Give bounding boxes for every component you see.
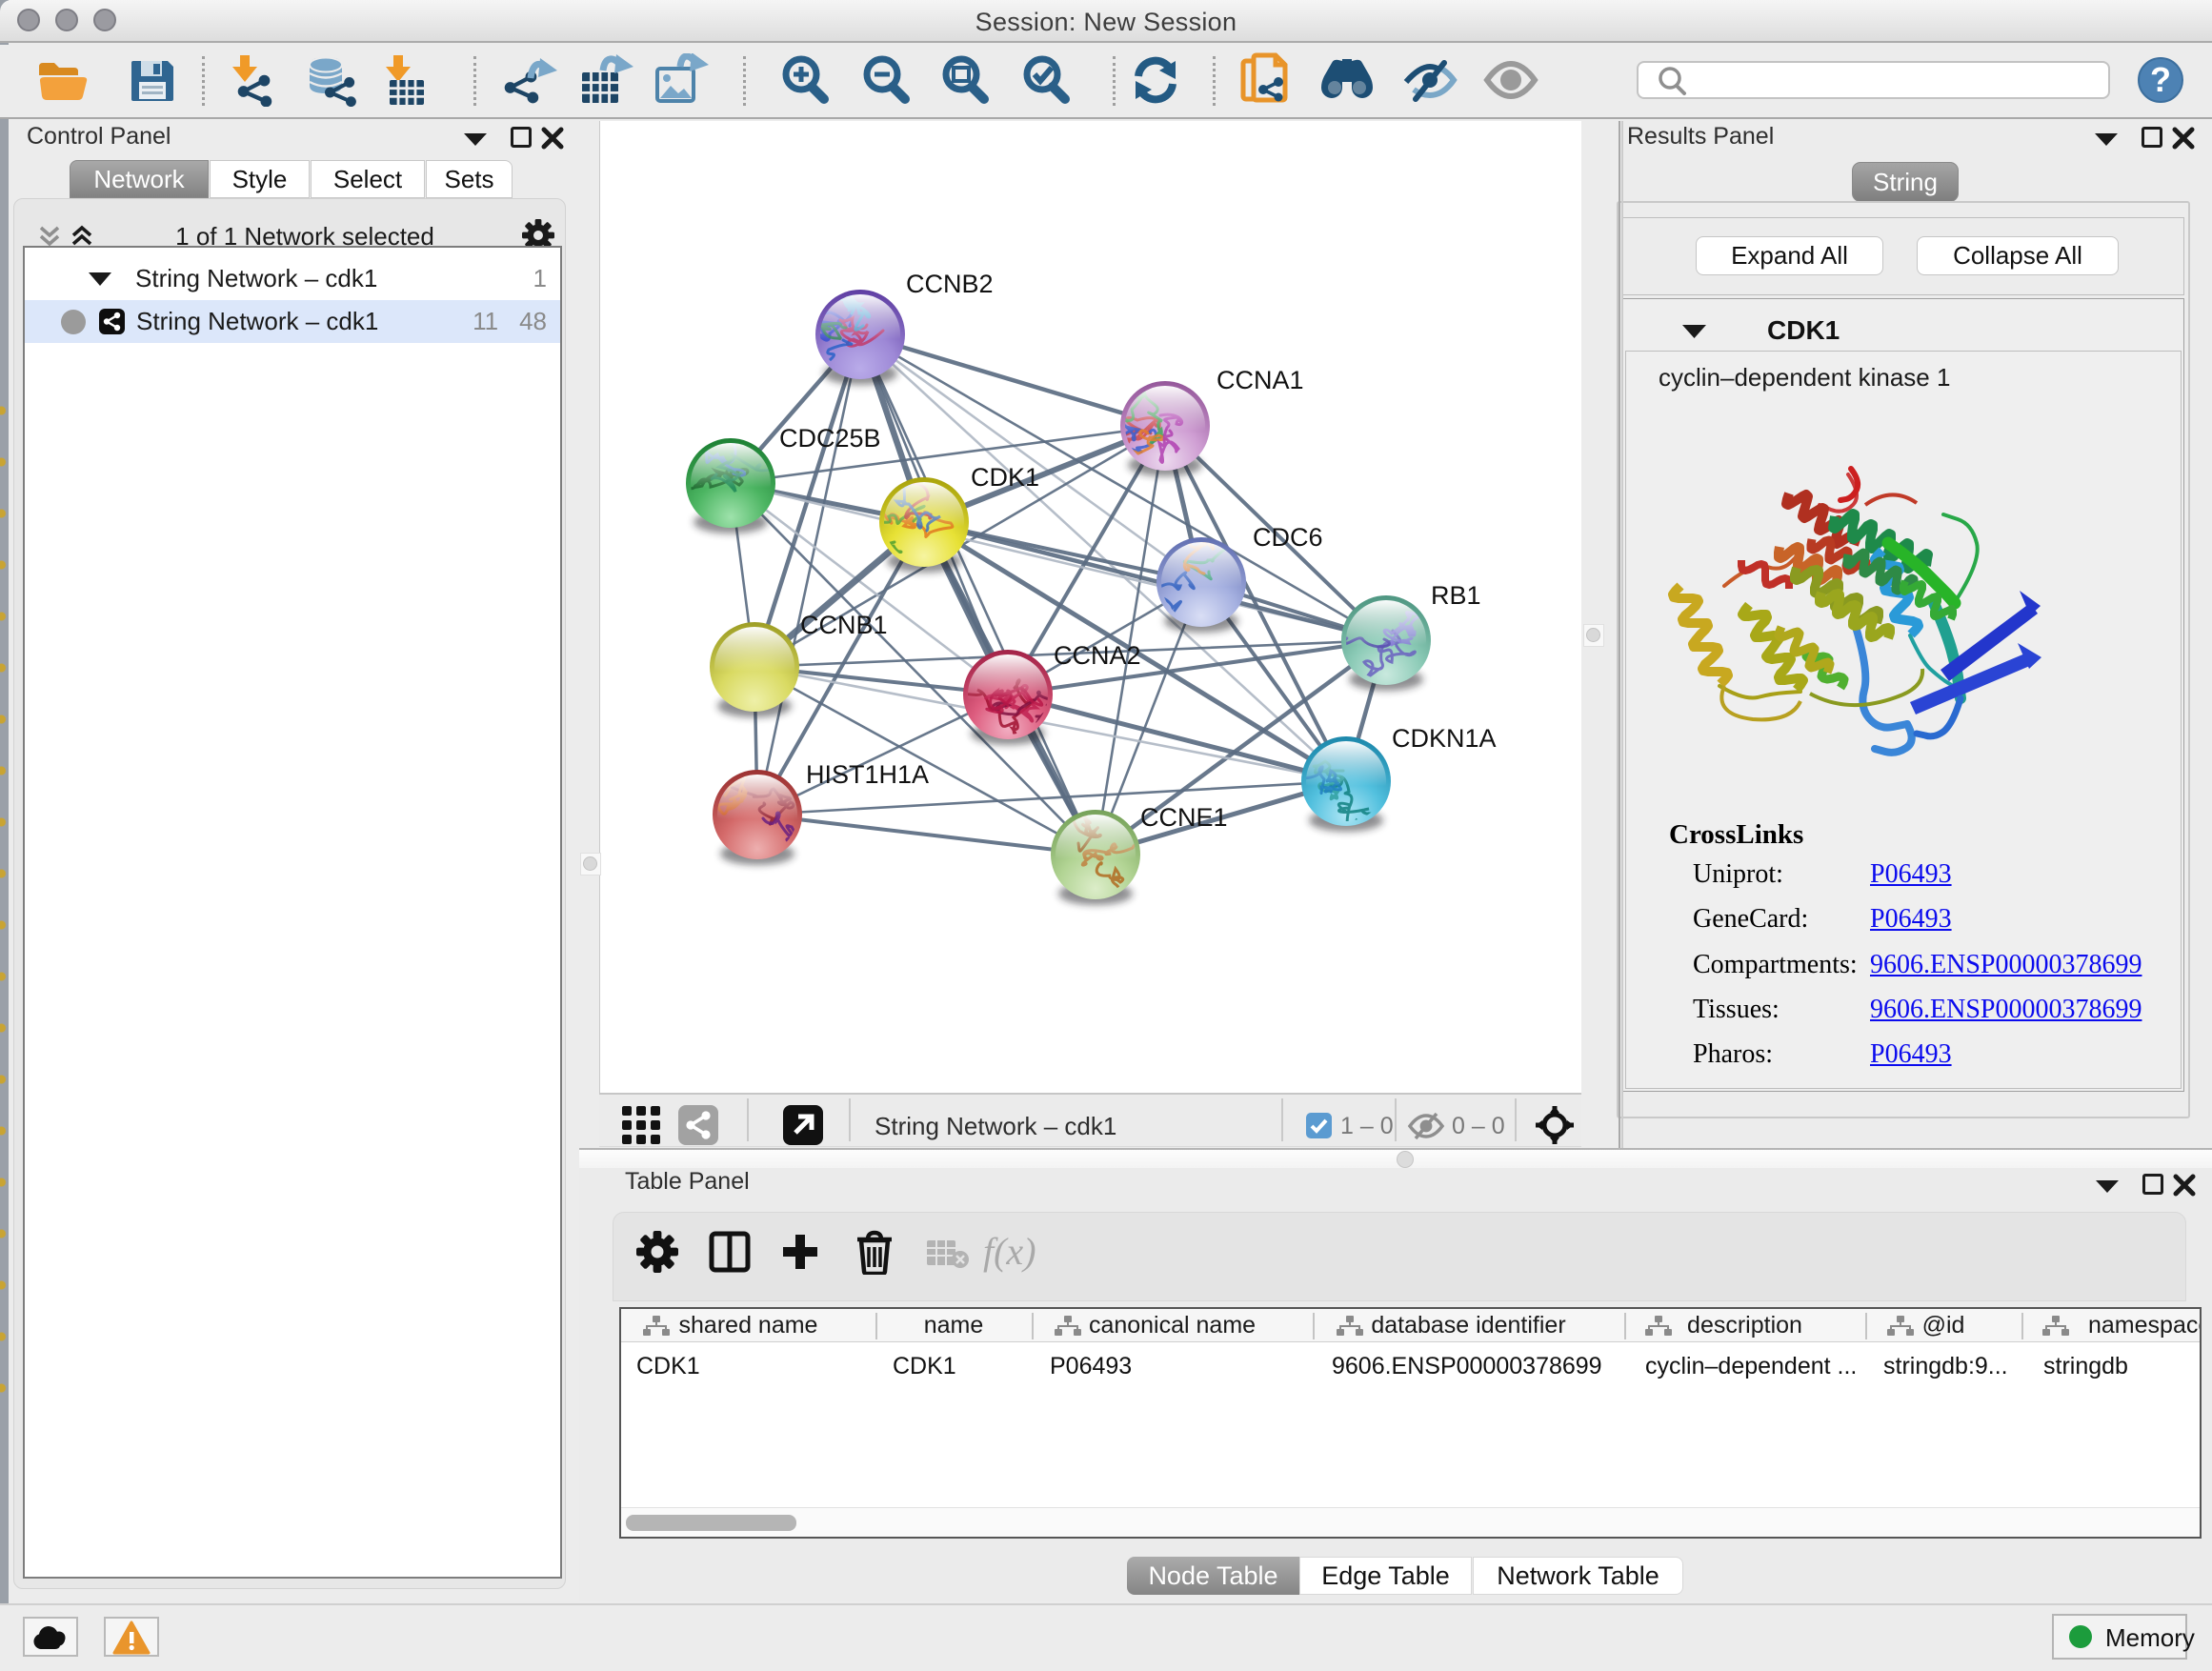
svg-text:CDKN1A: CDKN1A: [1392, 724, 1497, 753]
svg-text:CCNE1: CCNE1: [1140, 803, 1228, 832]
svg-text:RB1: RB1: [1431, 581, 1481, 610]
svg-text:CCNA1: CCNA1: [1217, 366, 1304, 394]
svg-text:CDC6: CDC6: [1253, 523, 1323, 552]
svg-text:CCNA2: CCNA2: [1054, 641, 1141, 670]
svg-text:CDC25B: CDC25B: [779, 424, 881, 453]
svg-text:CCNB2: CCNB2: [906, 270, 994, 298]
svg-text:CCNB1: CCNB1: [800, 611, 888, 639]
svg-text:HIST1H1A: HIST1H1A: [806, 760, 929, 789]
svg-text:CDK1: CDK1: [971, 463, 1039, 492]
